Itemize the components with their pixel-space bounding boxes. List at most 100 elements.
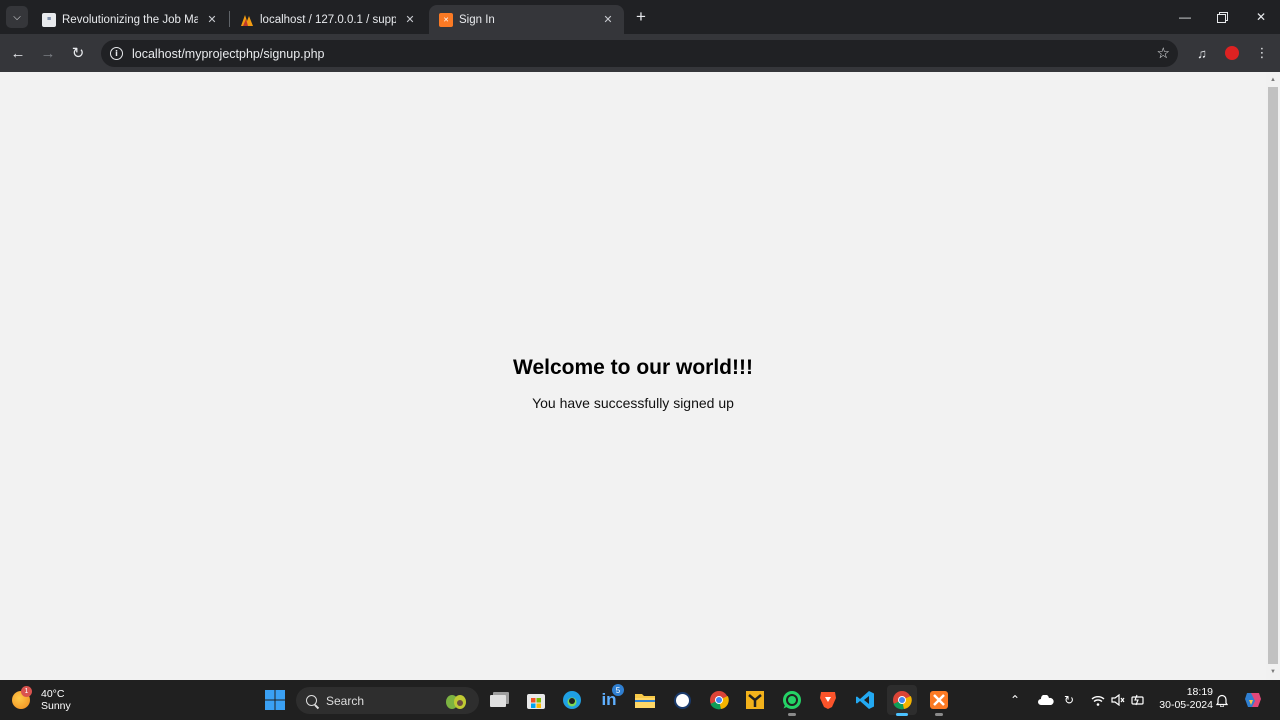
volume-button[interactable] — [1111, 680, 1125, 720]
browser-toolbar: ← → ↻ i localhost/myprojectphp/signup.ph… — [0, 34, 1280, 72]
xampp-icon — [930, 691, 948, 709]
sun-icon: 1 — [12, 686, 32, 709]
onedrive-button[interactable] — [1038, 680, 1054, 720]
cloud-icon — [1038, 695, 1054, 705]
close-icon: ✕ — [1255, 10, 1267, 24]
more-vertical-icon: ⋮ — [1255, 45, 1269, 60]
tab-search-button[interactable]: ⌵ — [6, 6, 28, 28]
profile-button[interactable] — [1220, 41, 1244, 65]
chrome-button[interactable] — [704, 685, 734, 715]
edge-icon — [563, 691, 581, 709]
restore-icon — [1216, 11, 1228, 23]
news-app-icon — [673, 691, 691, 709]
tool-app-button[interactable] — [740, 685, 770, 715]
edge-button[interactable] — [557, 685, 587, 715]
whatsapp-button[interactable] — [777, 685, 807, 716]
chrome-icon — [893, 691, 912, 710]
taskbar-clock[interactable]: 18:19 30-05-2024 — [1155, 686, 1213, 712]
vscode-icon — [856, 691, 874, 709]
windows-logo-icon — [265, 690, 285, 710]
browser-tab-strip: ⌵ ≡ Revolutionizing the Job Market ✕ loc… — [0, 0, 1280, 34]
taskbar-search-box[interactable]: Search — [296, 687, 479, 714]
forward-button[interactable]: → — [36, 41, 60, 65]
tab-title: localhost / 127.0.0.1 / supply / u — [260, 13, 396, 26]
microsoft-store-button[interactable] — [521, 685, 551, 715]
success-text: You have successfully signed up — [532, 395, 734, 411]
scroll-down-icon[interactable]: ▼ — [1268, 667, 1278, 677]
brave-button[interactable] — [813, 685, 843, 715]
show-hidden-icons-button[interactable]: ⌃ — [1010, 680, 1020, 720]
chrome-active-button[interactable] — [887, 685, 917, 716]
page-title: Welcome to our world!!! — [513, 356, 753, 379]
tab-title: Revolutionizing the Job Market — [62, 13, 198, 26]
plus-icon: + — [636, 7, 646, 26]
bell-icon — [1216, 694, 1228, 707]
linkedin-button[interactable]: in 5 — [594, 684, 624, 715]
notification-badge: 1 — [21, 686, 32, 697]
close-tab-icon[interactable]: ✕ — [600, 12, 616, 28]
search-placeholder: Search — [326, 693, 365, 708]
bookmark-star-icon[interactable]: ☆ — [1157, 44, 1170, 62]
active-window-indicator — [896, 713, 908, 716]
search-icon — [306, 695, 317, 706]
windows-taskbar: 1 40°C Sunny Search in 5 ⌃ ↻ 18:19 30-05… — [0, 680, 1280, 720]
phpmyadmin-favicon-icon — [240, 13, 254, 27]
close-tab-icon[interactable]: ✕ — [204, 12, 220, 28]
linkedin-badge: 5 — [612, 684, 624, 696]
battery-charging-icon — [1131, 694, 1144, 706]
back-button[interactable]: ← — [6, 41, 30, 65]
notifications-button[interactable] — [1216, 680, 1228, 720]
vscode-button[interactable] — [850, 685, 880, 715]
sync-status-button[interactable]: ↻ — [1064, 680, 1074, 720]
start-button[interactable] — [260, 685, 290, 715]
minimize-button[interactable]: — — [1166, 0, 1204, 34]
close-tab-icon[interactable]: ✕ — [402, 12, 418, 28]
store-icon — [527, 694, 545, 709]
file-explorer-button[interactable] — [630, 685, 660, 715]
url-text[interactable]: localhost/myprojectphp/signup.php — [132, 47, 324, 61]
whatsapp-icon — [783, 691, 801, 709]
reload-icon: ↻ — [71, 45, 85, 62]
chrome-icon — [710, 691, 729, 710]
wifi-icon — [1091, 695, 1105, 706]
running-indicator — [935, 713, 943, 716]
tool-icon — [746, 691, 764, 709]
avatar — [1225, 46, 1239, 60]
task-view-icon — [490, 692, 509, 707]
running-indicator — [788, 713, 796, 716]
site-info-icon[interactable]: i — [110, 47, 123, 60]
scroll-up-icon[interactable]: ▲ — [1268, 75, 1278, 85]
scrollbar-thumb[interactable] — [1268, 87, 1278, 664]
xampp-favicon-icon: ✕ — [439, 12, 453, 27]
chevron-down-icon: ⌵ — [13, 11, 21, 23]
restore-button[interactable] — [1203, 0, 1241, 34]
chevron-up-icon: ⌃ — [1010, 693, 1021, 707]
new-tab-button[interactable]: + — [630, 6, 652, 28]
copilot-button[interactable] — [1243, 680, 1263, 720]
vertical-scrollbar[interactable]: ▲ ▼ — [1266, 72, 1280, 680]
media-controls-button[interactable]: ♫ — [1190, 41, 1214, 65]
close-window-button[interactable]: ✕ — [1242, 0, 1280, 34]
clock-time: 18:19 — [1186, 686, 1213, 698]
tab-phpmyadmin[interactable]: localhost / 127.0.0.1 / supply / u ✕ — [230, 5, 426, 34]
weather-widget[interactable]: 1 40°C Sunny — [12, 684, 71, 716]
news-app-button[interactable] — [667, 685, 697, 715]
address-bar[interactable]: i localhost/myprojectphp/signup.php ☆ — [101, 40, 1178, 67]
xampp-button[interactable] — [924, 685, 954, 716]
page-viewport: Welcome to our world!!! You have success… — [0, 72, 1266, 680]
battery-button[interactable] — [1131, 680, 1145, 720]
signup-success-message: Welcome to our world!!! You have success… — [0, 356, 1266, 411]
tab-title: Sign In — [459, 13, 495, 26]
arrow-right-icon: → — [40, 44, 56, 62]
tab-job-market[interactable]: ≡ Revolutionizing the Job Market ✕ — [32, 5, 228, 34]
weather-temperature: 40°C — [41, 688, 65, 700]
tab-sign-in[interactable]: ✕ Sign In ✕ — [429, 5, 624, 34]
task-view-button[interactable] — [485, 685, 515, 715]
folder-icon — [635, 694, 655, 708]
reload-button[interactable]: ↻ — [66, 41, 90, 65]
browser-menu-button[interactable]: ⋮ — [1250, 41, 1274, 65]
news-favicon-icon: ≡ — [42, 12, 56, 27]
speaker-muted-icon — [1111, 694, 1125, 706]
wifi-button[interactable] — [1091, 680, 1105, 720]
clock-date: 30-05-2024 — [1159, 699, 1213, 711]
